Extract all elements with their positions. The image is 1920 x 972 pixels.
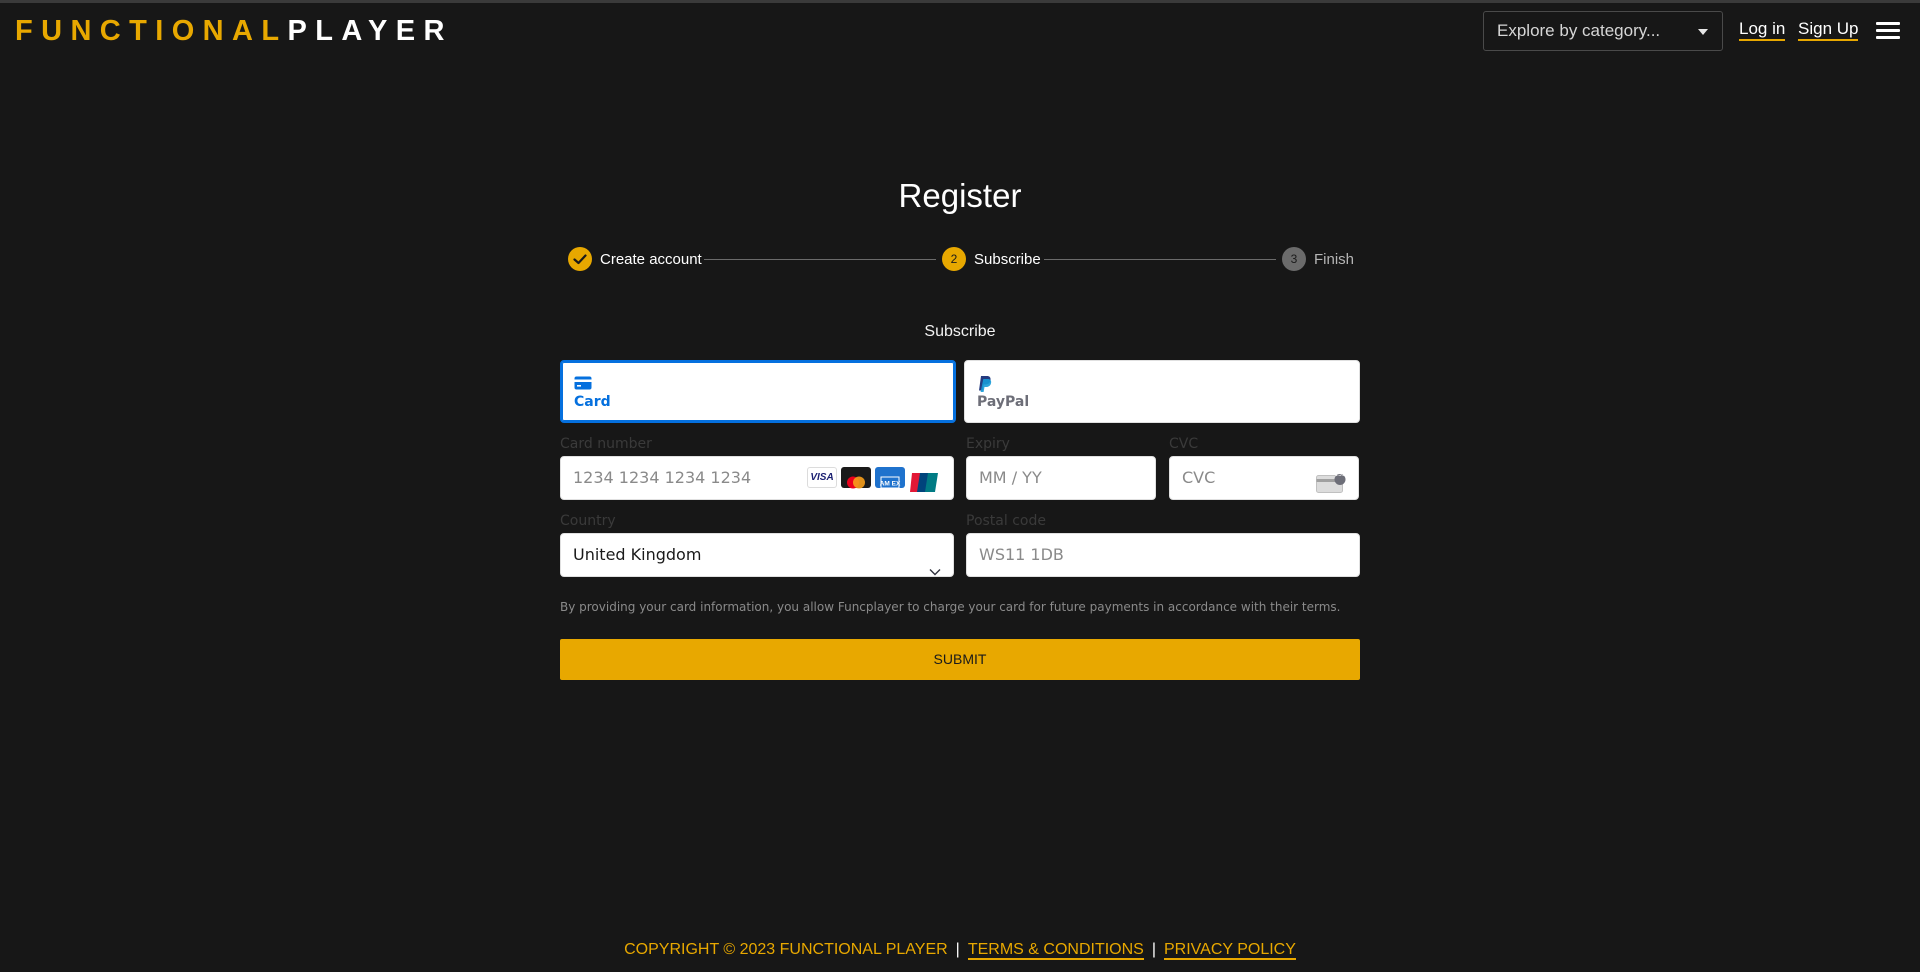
country-select[interactable]: United Kingdom	[560, 533, 954, 577]
postal-code-placeholder: WS11 1DB	[979, 545, 1064, 564]
step-connector-2	[1044, 259, 1276, 260]
visa-logo-icon: VISA	[807, 467, 837, 488]
cvc-badge-text: 135	[1334, 471, 1346, 478]
svg-text:AM EX: AM EX	[880, 481, 901, 488]
terms-link[interactable]: TERMS & CONDITIONS	[967, 941, 1144, 960]
credit-card-icon	[574, 376, 592, 395]
card-terms-note: By providing your card information, you …	[560, 600, 1341, 614]
country-select-value: United Kingdom	[573, 545, 702, 564]
login-link[interactable]: Log in	[1739, 19, 1786, 41]
cvc-label: CVC	[1169, 436, 1199, 452]
tab-card-label: Card	[574, 394, 611, 410]
step-2-circle: 2	[942, 247, 966, 271]
logo-functional: FUNCTIONAL	[15, 15, 288, 47]
hamburger-menu-icon[interactable]	[1876, 22, 1900, 40]
step-3-circle: 3	[1282, 247, 1306, 271]
chevron-down-icon	[929, 550, 941, 592]
category-select-placeholder: Explore by category...	[1497, 21, 1661, 40]
card-number-label: Card number	[560, 436, 652, 452]
signup-link[interactable]: Sign Up	[1798, 19, 1859, 41]
postal-code-input[interactable]: WS11 1DB	[966, 533, 1360, 577]
progress-stepper: Create account 2 Subscribe 3 Finish	[560, 247, 1360, 273]
caret-down-icon	[1698, 29, 1708, 35]
step-1-label: Create account	[600, 251, 702, 268]
step-2-label: Subscribe	[974, 251, 1041, 268]
privacy-policy-link[interactable]: PRIVACY POLICY	[1164, 941, 1296, 960]
section-heading: Subscribe	[924, 323, 996, 340]
card-number-placeholder: 1234 1234 1234 1234	[573, 468, 752, 487]
unionpay-logo-icon	[909, 467, 939, 492]
step-3-label: Finish	[1314, 251, 1355, 268]
footer: COPYRIGHT © 2023 FUNCTIONAL PLAYER | TERMS…	[0, 940, 1920, 960]
postal-code-label: Postal code	[966, 513, 1046, 529]
expiry-label: Expiry	[966, 436, 1010, 452]
cvc-card-icon: 135	[1316, 468, 1346, 493]
step-1-check-icon	[568, 247, 592, 271]
copyright-text: COPYRIGHT © 2023 FUNCTIONAL PLAYER	[624, 941, 948, 958]
cvc-input[interactable]: CVC 135	[1169, 456, 1359, 500]
page-title: Register	[898, 177, 1022, 214]
card-number-input[interactable]: 1234 1234 1234 1234 VISA AM EX	[560, 456, 954, 500]
cvc-placeholder: CVC	[1182, 468, 1216, 487]
submit-button[interactable]: SUBMIT	[560, 639, 1360, 680]
tab-paypal[interactable]: PayPal	[964, 360, 1360, 423]
amex-logo-icon: AM EX	[875, 467, 905, 489]
footer-separator-2: |	[1151, 941, 1156, 958]
tab-paypal-label: PayPal	[977, 394, 1030, 410]
expiry-placeholder: MM / YY	[979, 468, 1042, 487]
site-logo[interactable]: FUNCTIONALPLAYER	[15, 14, 453, 48]
top-border	[0, 0, 1920, 3]
mastercard-logo-icon	[841, 467, 871, 489]
expiry-input[interactable]: MM / YY	[966, 456, 1156, 500]
footer-separator-1: |	[955, 941, 960, 958]
step-connector-1	[704, 259, 936, 260]
logo-player: PLAYER	[287, 15, 453, 47]
country-label: Country	[560, 513, 616, 529]
category-select[interactable]: Explore by category...	[1483, 11, 1723, 51]
tab-card[interactable]: Card	[560, 360, 956, 423]
